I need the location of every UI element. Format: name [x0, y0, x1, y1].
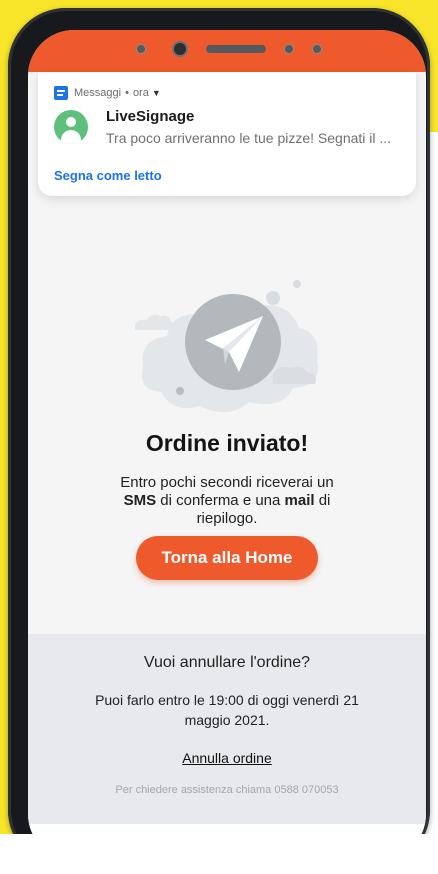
sensor-icon: [312, 44, 322, 54]
sensor-icon: [136, 44, 146, 54]
confirmation-description: Entro pochi secondi riceverai un SMS di …: [110, 474, 344, 528]
notification-sender: LiveSignage: [106, 108, 195, 125]
notification-preview: Tra poco arriveranno le tue pizze! Segna…: [106, 130, 392, 146]
notification-app-name: Messaggi: [74, 87, 122, 99]
confirmation-title: Ordine inviato!: [145, 430, 309, 456]
notification-time: ora: [132, 87, 149, 99]
notification-header: Messaggi • ora ▼: [54, 86, 161, 100]
description-text: di conferma e una: [160, 492, 281, 509]
sms-notification[interactable]: Messaggi • ora ▼ LiveSignage Tra poco ar…: [38, 72, 416, 196]
phone-side-button: [12, 138, 18, 172]
cancel-order-section: Vuoi annullare l'ordine? Puoi farlo entr…: [28, 634, 426, 824]
cancel-order-link[interactable]: Annulla ordine: [182, 750, 272, 766]
front-camera-icon: [172, 41, 188, 57]
description-mail: mail: [284, 492, 315, 509]
phone-screen: Messaggi • ora ▼ LiveSignage Tra poco ar…: [28, 30, 426, 860]
chevron-down-icon[interactable]: ▼: [152, 88, 161, 98]
description-sms: SMS: [123, 492, 157, 509]
cancel-order-link-row: Annulla ordine: [28, 750, 426, 766]
phone-volume-down-button: [12, 270, 18, 332]
description-text: Entro pochi secondi riceverai un: [120, 474, 334, 491]
support-phone-text: Per chiedere assistenza chiama 0588 0700…: [115, 784, 339, 796]
speaker-grille: [206, 45, 266, 53]
phone-frame: Messaggi • ora ▼ LiveSignage Tra poco ar…: [8, 8, 430, 868]
back-to-home-button[interactable]: Torna alla Home: [136, 536, 318, 580]
background-bottom: [0, 834, 438, 874]
notification-separator: •: [125, 87, 129, 99]
cancel-deadline: Puoi farlo entro le 19:00 di oggi venerd…: [95, 692, 359, 728]
phone-volume-up-button: [12, 190, 18, 252]
contact-avatar-icon: [54, 110, 88, 144]
camera-notch: [28, 38, 426, 60]
paper-plane-illustration: [135, 280, 318, 413]
messages-app-icon: [54, 86, 68, 100]
cancel-question: Vuoi annullare l'ordine?: [143, 654, 311, 671]
mark-as-read-button[interactable]: Segna come letto: [54, 168, 162, 183]
sensor-icon: [284, 44, 294, 54]
